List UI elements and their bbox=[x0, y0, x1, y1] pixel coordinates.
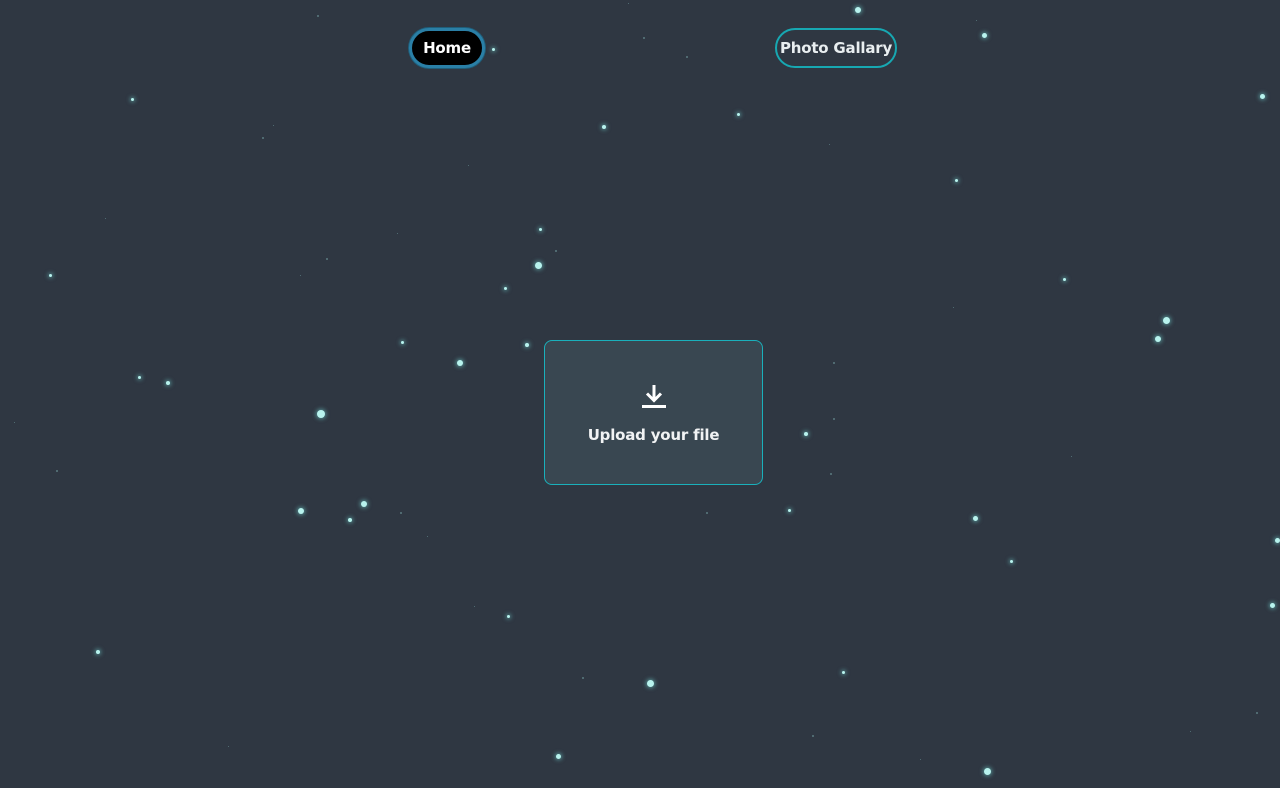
star bbox=[1275, 538, 1280, 543]
star bbox=[474, 606, 475, 607]
star bbox=[737, 113, 740, 116]
star bbox=[535, 262, 542, 269]
star bbox=[397, 233, 398, 234]
star bbox=[582, 677, 584, 679]
photo-gallery-button[interactable]: Photo Gallary bbox=[775, 28, 897, 68]
star bbox=[468, 165, 469, 166]
star bbox=[504, 287, 507, 290]
star bbox=[96, 650, 100, 654]
star bbox=[138, 376, 141, 379]
star bbox=[56, 470, 58, 472]
star bbox=[602, 125, 606, 129]
star bbox=[788, 509, 791, 512]
star bbox=[317, 410, 325, 418]
download-icon bbox=[641, 384, 666, 408]
star bbox=[401, 341, 404, 344]
star bbox=[982, 33, 987, 38]
star bbox=[1163, 317, 1170, 324]
star bbox=[400, 512, 402, 514]
star bbox=[830, 473, 832, 475]
star bbox=[262, 137, 264, 139]
star bbox=[833, 418, 835, 420]
star bbox=[706, 512, 708, 514]
star bbox=[842, 671, 845, 674]
page-background: Home Photo Gallary Upload your file bbox=[0, 0, 1280, 788]
star bbox=[317, 15, 319, 17]
file-upload-dropzone[interactable]: Upload your file bbox=[544, 340, 763, 485]
star bbox=[556, 754, 561, 759]
star bbox=[686, 56, 688, 58]
star bbox=[812, 735, 814, 737]
star bbox=[228, 746, 229, 747]
star bbox=[829, 144, 830, 145]
star bbox=[166, 381, 170, 385]
star bbox=[643, 37, 645, 39]
star bbox=[492, 48, 495, 51]
star bbox=[298, 508, 304, 514]
star bbox=[833, 362, 835, 364]
star bbox=[973, 516, 978, 521]
star bbox=[555, 250, 557, 252]
home-button[interactable]: Home bbox=[409, 28, 485, 68]
star bbox=[348, 518, 352, 522]
star bbox=[525, 343, 529, 347]
star bbox=[1190, 731, 1191, 732]
star bbox=[361, 501, 367, 507]
star bbox=[105, 218, 106, 219]
star bbox=[300, 275, 301, 276]
star bbox=[955, 179, 958, 182]
star bbox=[976, 20, 977, 21]
star bbox=[273, 125, 274, 126]
star bbox=[1010, 560, 1013, 563]
star bbox=[647, 680, 654, 687]
star bbox=[1155, 336, 1161, 342]
star bbox=[1260, 94, 1265, 99]
star bbox=[427, 536, 428, 537]
star bbox=[628, 3, 629, 4]
star bbox=[920, 759, 921, 760]
star bbox=[14, 422, 15, 423]
star bbox=[984, 768, 991, 775]
star bbox=[326, 258, 328, 260]
star bbox=[131, 98, 134, 101]
star bbox=[953, 307, 954, 308]
star bbox=[1270, 603, 1275, 608]
star bbox=[507, 615, 510, 618]
upload-label: Upload your file bbox=[587, 425, 720, 444]
star bbox=[1256, 712, 1258, 714]
star bbox=[1063, 278, 1066, 281]
star bbox=[457, 360, 463, 366]
star bbox=[539, 228, 542, 231]
star bbox=[1071, 456, 1072, 457]
star bbox=[49, 274, 52, 277]
star bbox=[855, 7, 861, 13]
star bbox=[804, 432, 808, 436]
